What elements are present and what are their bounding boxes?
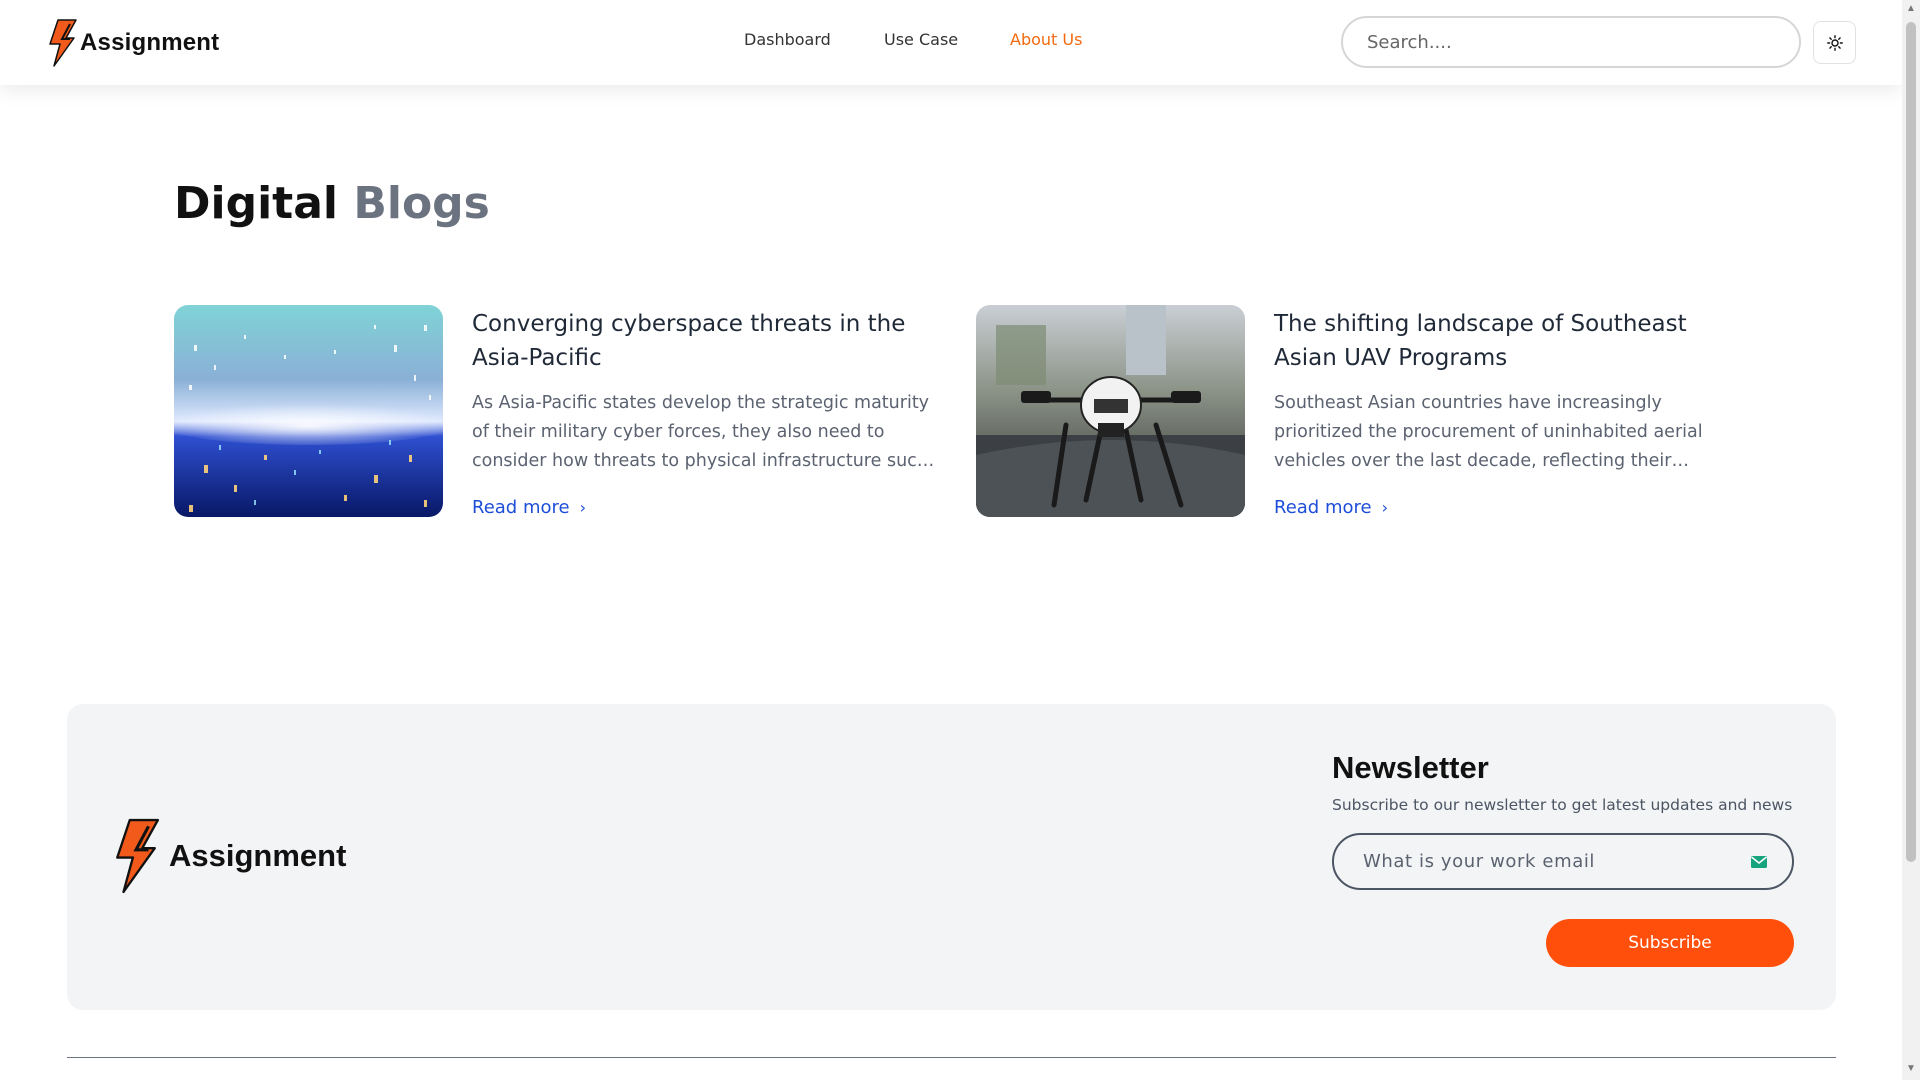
scroll-down-arrow-icon[interactable]: ▼ xyxy=(1906,1064,1916,1074)
blog-card-excerpt: Southeast Asian countries have increasin… xyxy=(1274,393,1703,471)
read-more-label: Read more xyxy=(1274,497,1372,518)
newsletter-email-input[interactable] xyxy=(1334,835,1792,888)
search-input[interactable] xyxy=(1341,16,1801,68)
cyberspace-tunnel-image xyxy=(174,305,443,517)
footer-brand-logo[interactable]: Assignment xyxy=(111,816,346,896)
footer-brand-name: Assignment xyxy=(169,838,347,873)
chevron-right-icon: › xyxy=(1381,498,1388,517)
page-title-accent: Blogs xyxy=(353,178,490,229)
blog-card: The shifting landscape of Southeast Asia… xyxy=(976,305,1766,520)
top-navbar: Assignment Dashboard Use Case About Us xyxy=(0,0,1902,85)
blog-card-title[interactable]: Converging cyberspace threats in the Asi… xyxy=(472,307,952,375)
footer-divider xyxy=(67,1057,1836,1058)
scrollbar-thumb[interactable] xyxy=(1906,22,1916,862)
footer-panel: Assignment Newsletter Subscribe to our n… xyxy=(67,704,1836,1010)
read-more-link[interactable]: Read more › xyxy=(472,497,586,518)
newsletter-subtitle: Subscribe to our newsletter to get lates… xyxy=(1332,796,1793,814)
nav-use-case[interactable]: Use Case xyxy=(884,30,958,49)
sun-icon xyxy=(1826,34,1843,51)
drone-image xyxy=(976,305,1245,517)
theme-toggle-button[interactable] xyxy=(1813,21,1856,64)
nav-about-us[interactable]: About Us xyxy=(1010,30,1082,49)
blog-card-excerpt: As Asia-Pacific states develop the strat… xyxy=(472,393,930,471)
read-more-label: Read more xyxy=(472,497,570,518)
newsletter-title: Newsletter xyxy=(1332,750,1489,785)
blog-card: Converging cyberspace threats in the Asi… xyxy=(174,305,964,520)
blog-card-title[interactable]: The shifting landscape of Southeast Asia… xyxy=(1274,307,1754,375)
page-title: Digital Blogs xyxy=(174,178,490,229)
chevron-right-icon: › xyxy=(579,498,586,517)
newsletter-email-wrapper xyxy=(1332,833,1794,890)
read-more-link[interactable]: Read more › xyxy=(1274,497,1388,518)
lightning-logo-icon xyxy=(116,818,160,894)
page-title-primary: Digital xyxy=(174,178,338,229)
page-scrollbar[interactable]: ▲ ▼ xyxy=(1902,0,1920,1080)
nav-dashboard[interactable]: Dashboard xyxy=(744,30,831,49)
mail-icon xyxy=(1751,856,1767,868)
subscribe-button[interactable]: Subscribe xyxy=(1546,919,1794,967)
blog-card-image[interactable] xyxy=(976,305,1245,517)
blog-card-image[interactable] xyxy=(174,305,443,517)
scroll-up-arrow-icon[interactable]: ▲ xyxy=(1906,4,1916,14)
